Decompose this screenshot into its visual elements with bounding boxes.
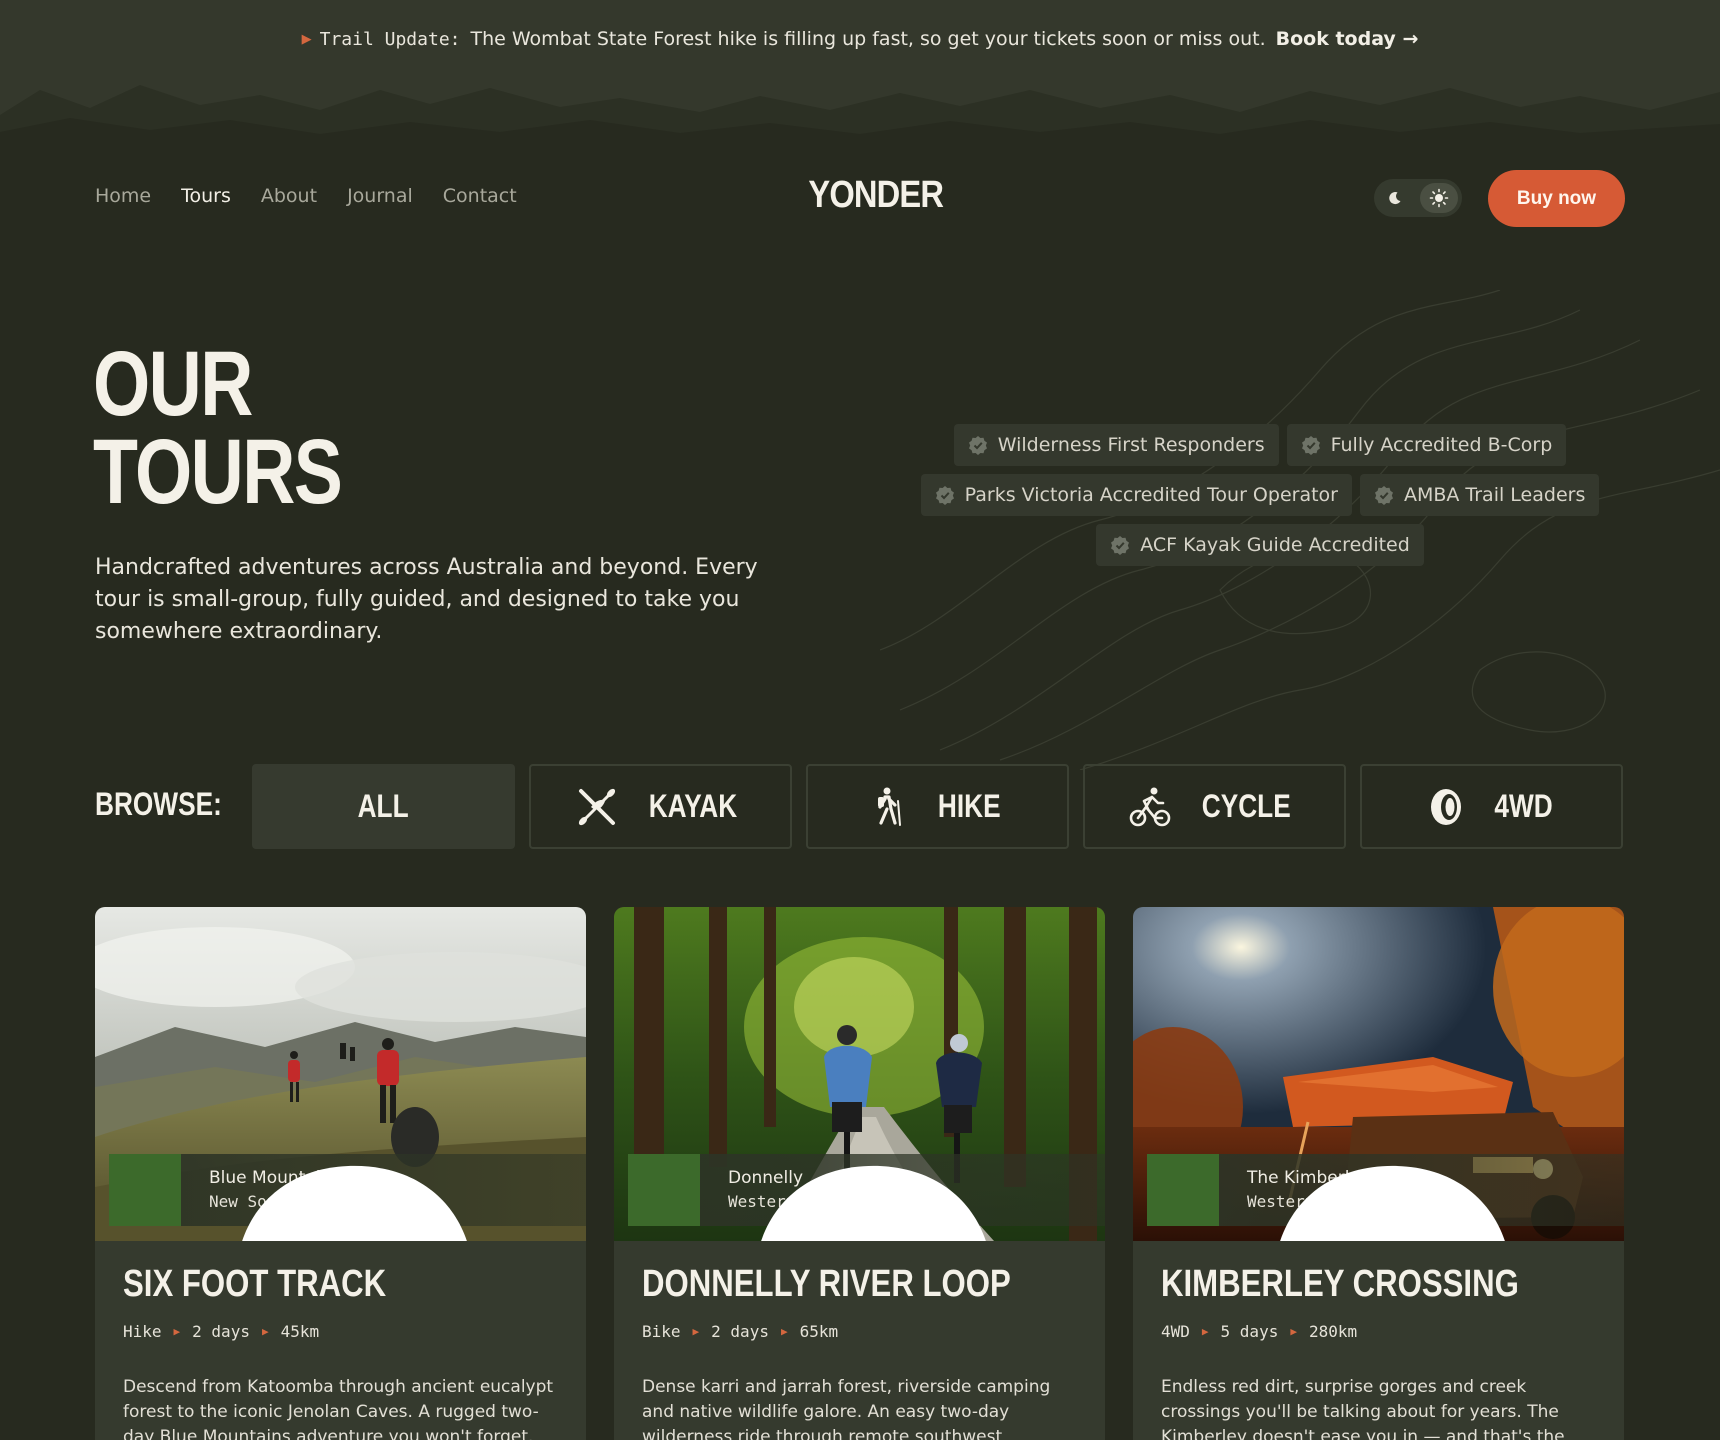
- tour-description: Endless red dirt, surprise gorges and cr…: [1161, 1377, 1565, 1440]
- nav-home[interactable]: Home: [95, 185, 151, 207]
- tour-title[interactable]: KIMBERLEY CROSSING: [1161, 1263, 1519, 1306]
- separator-icon: ▶: [780, 1325, 788, 1338]
- hero-subtitle: Handcrafted adventures across Australia …: [95, 555, 758, 644]
- verified-check-icon: [1301, 436, 1320, 455]
- tour-duration: 2 days: [192, 1322, 250, 1341]
- map-pin-icon-box: [1147, 1154, 1505, 1241]
- badge: AMBA Trail Leaders: [1359, 474, 1600, 516]
- browse-label: BROWSE:: [95, 786, 222, 822]
- tours-page: ▶ Trail Update: The Wombat State Forest hi…: [0, 0, 1720, 1440]
- separator-icon: ▶: [261, 1325, 269, 1338]
- announcement-text: ▶ Trail Update: The Wombat State Forest hi…: [0, 28, 1720, 50]
- filter-4wd[interactable]: 4WD: [1360, 764, 1623, 849]
- nav-journal[interactable]: Journal: [347, 185, 413, 207]
- nav-tours[interactable]: Tours: [181, 185, 231, 207]
- location-bar: The Kimberley Western Australia: [1147, 1154, 1624, 1241]
- map-pin-icon-box: [628, 1154, 986, 1241]
- page-title: OUR TOURS: [93, 333, 343, 523]
- brand-logo[interactable]: YONDER: [808, 174, 944, 217]
- tour-cards: Blue Mountains New South Wales SIX FOOT …: [95, 907, 1624, 1440]
- category-filters: ALL KAYAK HIKE CYCLE 4WD: [252, 764, 1623, 849]
- badge: Fully Accredited B-Corp: [1286, 424, 1567, 466]
- hiker-icon: [878, 787, 902, 826]
- verified-check-icon: [935, 486, 954, 505]
- tour-card[interactable]: Donnelly Western Australia DONNELLY RIVE…: [614, 907, 1105, 1440]
- filter-hike[interactable]: HIKE: [806, 764, 1069, 849]
- separator-icon: ▶: [1290, 1325, 1297, 1338]
- filter-kayak[interactable]: KAYAK: [529, 764, 792, 849]
- tour-type: 4WD: [1161, 1322, 1190, 1341]
- announcement-message: The Wombat State Forest hike is filling …: [470, 28, 1266, 50]
- tour-card[interactable]: Blue Mountains New South Wales SIX FOOT …: [95, 907, 586, 1440]
- location-bar: Blue Mountains New South Wales: [109, 1154, 586, 1241]
- tour-meta: 4WD ▶ 5 days ▶ 280km: [1161, 1322, 1596, 1341]
- announcement-label: Trail Update:: [319, 29, 461, 50]
- map-pin-icon: [761, 1165, 986, 1241]
- nav-about[interactable]: About: [261, 185, 317, 207]
- badge: ACF Kayak Guide Accredited: [1096, 524, 1424, 566]
- main-nav: Home Tours About Journal Contact: [95, 185, 517, 207]
- filter-cycle[interactable]: CYCLE: [1083, 764, 1346, 849]
- tour-duration: 2 days: [711, 1322, 769, 1341]
- tour-distance: 45km: [280, 1322, 320, 1341]
- nav-contact[interactable]: Contact: [443, 185, 517, 207]
- tour-photo-cyclists: Donnelly Western Australia: [614, 907, 1105, 1241]
- tour-title[interactable]: DONNELLY RIVER LOOP: [642, 1263, 1011, 1306]
- arrow-right-icon: →: [1402, 28, 1419, 50]
- tour-type: Hike: [123, 1322, 162, 1341]
- badge: Wilderness First Responders: [953, 424, 1279, 466]
- separator-icon: ▶: [692, 1325, 700, 1338]
- verified-check-icon: [968, 436, 987, 455]
- moon-icon[interactable]: [1385, 188, 1405, 208]
- verified-check-icon: [1111, 536, 1130, 555]
- tyre-icon: [1430, 788, 1461, 825]
- filter-all[interactable]: ALL: [252, 764, 515, 849]
- tour-distance: 280km: [1308, 1322, 1358, 1341]
- verified-check-icon: [1374, 486, 1393, 505]
- cyclist-icon: [1129, 787, 1171, 826]
- accreditation-badges: Wilderness First Responders Fully Accred…: [910, 424, 1610, 574]
- tour-title[interactable]: SIX FOOT TRACK: [123, 1263, 480, 1306]
- separator-icon: ▶: [1201, 1325, 1209, 1338]
- book-today-link[interactable]: Book today →: [1276, 28, 1419, 50]
- theme-toggle[interactable]: [1374, 179, 1462, 217]
- kayak-icon: [578, 788, 615, 825]
- location-bar: Donnelly Western Australia: [628, 1154, 1105, 1241]
- badge: Parks Victoria Accredited Tour Operator: [920, 474, 1352, 516]
- map-pin-icon: [242, 1165, 467, 1241]
- tour-distance: 65km: [799, 1322, 839, 1341]
- tour-description: Dense karri and jarrah forest, riverside…: [642, 1377, 1051, 1440]
- play-marker-icon: ▶: [301, 32, 312, 47]
- tour-meta: Hike ▶ 2 days ▶ 45km: [123, 1322, 558, 1341]
- mountain-ridge-decoration: [0, 85, 1720, 150]
- tour-photo-hikers: Blue Mountains New South Wales: [95, 907, 586, 1241]
- tour-meta: Bike ▶ 2 days ▶ 65km: [642, 1322, 1077, 1341]
- separator-icon: ▶: [173, 1325, 181, 1338]
- buy-now-button[interactable]: Buy now: [1488, 170, 1625, 227]
- tour-photo-camp: The Kimberley Western Australia: [1133, 907, 1624, 1241]
- tour-duration: 5 days: [1220, 1322, 1279, 1341]
- tour-card[interactable]: The Kimberley Western Australia KIMBERLE…: [1133, 907, 1624, 1440]
- map-pin-icon: [1280, 1165, 1505, 1241]
- sun-icon[interactable]: [1429, 188, 1449, 208]
- tour-description: Descend from Katoomba through ancient eu…: [123, 1377, 554, 1440]
- tour-type: Bike: [642, 1322, 681, 1341]
- announcement-bar: ▶ Trail Update: The Wombat State Forest hi…: [0, 0, 1720, 150]
- map-pin-icon-box: [109, 1154, 467, 1241]
